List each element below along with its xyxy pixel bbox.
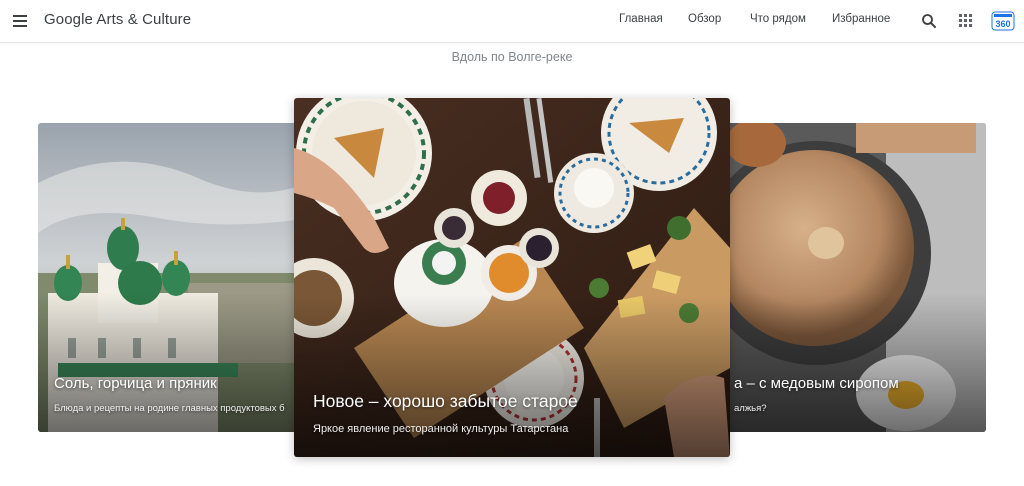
story-card-right[interactable]: а – с медовым сиропом алжья?	[686, 123, 986, 432]
story-card-featured[interactable]: Новое – хорошо забытое старое Яркое явле…	[294, 98, 730, 457]
card-title: Новое – хорошо забытое старое	[313, 391, 578, 411]
badge-360-text: 360	[995, 19, 1010, 29]
menu-icon[interactable]	[10, 11, 30, 31]
card-subtitle: Яркое явление ресторанной культуры Татар…	[313, 423, 569, 435]
section-title: Вдоль по Волге-реке	[451, 50, 573, 64]
card-subtitle: Блюда и рецепты на родине главных продук…	[54, 403, 285, 414]
arts-360-icon[interactable]: 360	[991, 11, 1015, 31]
story-card-left[interactable]: Соль, горчица и пряник Блюда и рецепты н…	[38, 123, 338, 432]
apps-grid-icon[interactable]	[958, 13, 974, 29]
top-app-bar: Google Arts & Culture Главная Обзор Что …	[0, 0, 1024, 43]
app-logo[interactable]: Google Arts & Culture	[44, 11, 191, 28]
nav-explore[interactable]: Обзор	[688, 13, 721, 25]
search-icon[interactable]	[920, 12, 938, 30]
nav-nearby[interactable]: Что рядом	[750, 13, 806, 25]
card-title: а – с медовым сиропом	[734, 375, 899, 392]
card-title: Соль, горчица и пряник	[54, 375, 217, 392]
nav-home[interactable]: Главная	[619, 13, 663, 25]
nav-favorites[interactable]: Избранное	[832, 13, 890, 25]
card-subtitle: алжья?	[734, 403, 767, 414]
